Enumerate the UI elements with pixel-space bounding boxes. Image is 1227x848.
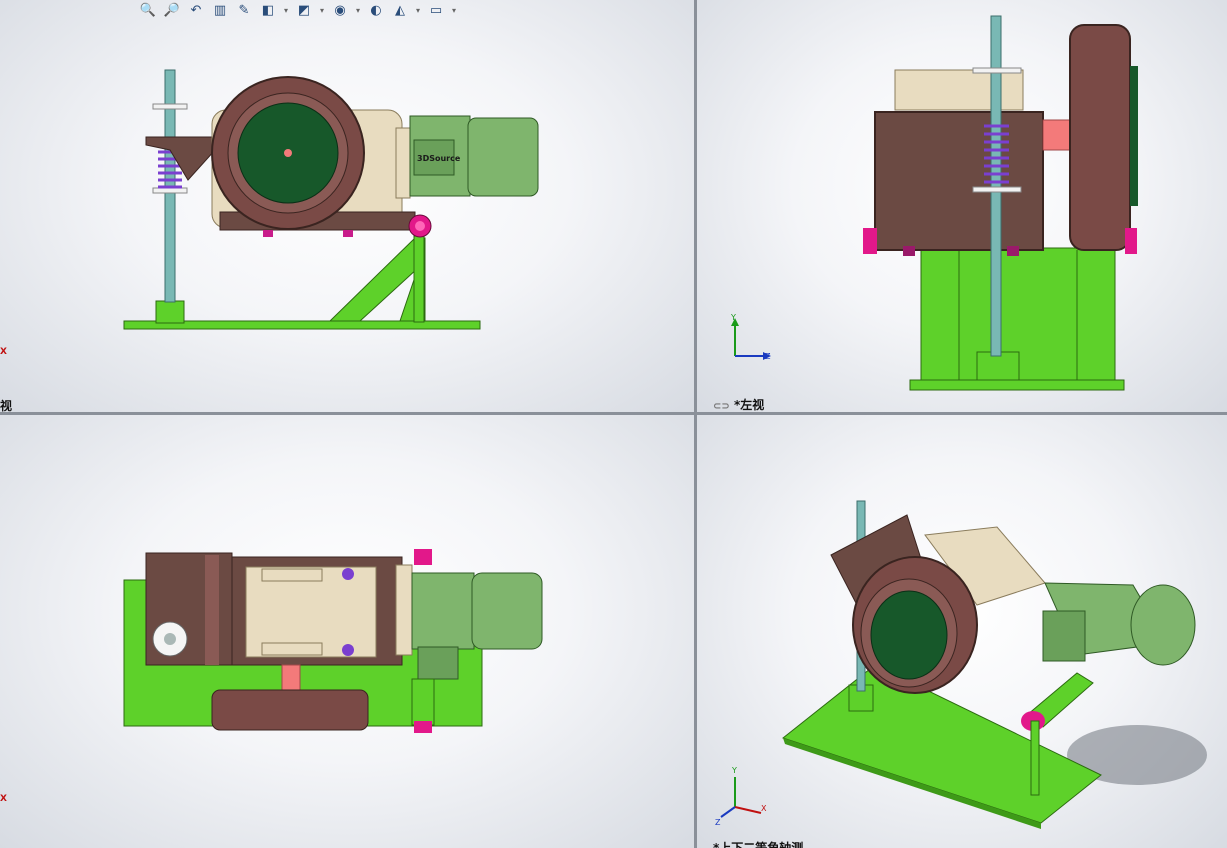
viewport-top[interactable]: X xyxy=(0,415,694,848)
triad-x-label: X xyxy=(761,804,767,813)
link-views-icon[interactable]: ⊂⊃ xyxy=(713,401,730,412)
model-top-view[interactable] xyxy=(0,415,694,848)
viewport-splitter-horizontal[interactable] xyxy=(0,412,1227,415)
viewport-splitter-vertical[interactable] xyxy=(694,0,697,848)
triad-z-label: Z xyxy=(715,818,721,827)
model-isometric-view[interactable]: Y X Z xyxy=(697,415,1227,848)
viewport-left[interactable]: Y Z ⊂⊃ *左视 xyxy=(697,0,1227,412)
motor-brand-label: 3DSource xyxy=(417,154,461,163)
model-front-view[interactable]: 3DSource xyxy=(0,0,694,412)
triad-x-label: X xyxy=(0,347,7,357)
viewport-isometric[interactable]: Y X Z *上下二等角轴测 xyxy=(697,415,1227,848)
view-label-isometric: *上下二等角轴测 xyxy=(713,841,804,848)
triad-x-label: X xyxy=(0,794,7,804)
model-left-view[interactable]: Y Z xyxy=(697,0,1227,412)
view-label-left-text: *左视 xyxy=(733,398,765,412)
view-label-front: 视 xyxy=(0,399,13,412)
triad-z-label: Z xyxy=(765,352,771,361)
view-label-left: ⊂⊃ *左视 xyxy=(713,396,764,412)
triad-y-label: Y xyxy=(731,766,737,775)
viewport-front[interactable]: 🔍 🔎 ↶ ▥ ✎ ◧ ▾ ◩ ▾ ◉ ▾ ◐ ◭ ▾ ▭ ▾ 3DSource… xyxy=(0,0,694,412)
triad-y-label: Y xyxy=(730,313,736,322)
